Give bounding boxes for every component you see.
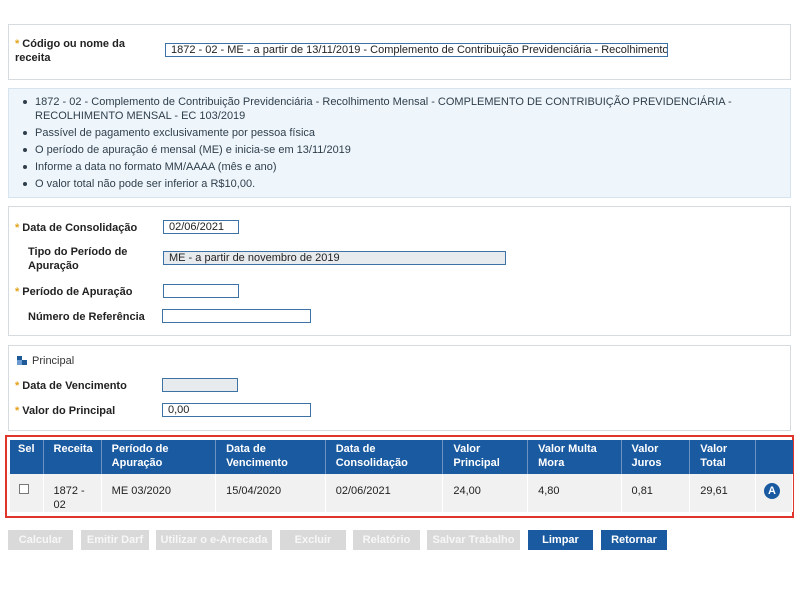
principal-title: Principal: [32, 355, 75, 367]
acrescimo-badge-icon[interactable]: A: [764, 483, 780, 499]
data-vencimento-label: Data de Vencimento: [22, 380, 127, 392]
col-header-action: [755, 440, 793, 474]
results-highlight: Sel Receita Período de Apuração Data de …: [5, 435, 794, 518]
cell-receita: 1872 - 02: [43, 474, 102, 512]
excluir-button[interactable]: Excluir: [280, 530, 346, 550]
col-header-juros: Valor Juros: [621, 440, 691, 474]
info-item: Passível de pagamento exclusivamente por…: [17, 126, 782, 140]
table-header-row: Sel Receita Período de Apuração Data de …: [10, 440, 793, 474]
calcular-button[interactable]: Calcular: [8, 530, 73, 550]
principal-section-title: Principal: [17, 355, 74, 367]
data-vencimento-field: [162, 378, 238, 392]
results-table: Sel Receita Período de Apuração Data de …: [10, 440, 793, 512]
periodo-apuracao-input[interactable]: [163, 284, 239, 298]
receita-label: Código ou nome da receita: [15, 38, 125, 64]
data-consolidacao-label: Data de Consolidação: [22, 222, 138, 234]
cell-juros: 0,81: [621, 474, 691, 512]
info-item: Informe a data no formato MM/AAAA (mês e…: [17, 160, 782, 174]
salvar-trabalho-button[interactable]: Salvar Trabalho: [427, 530, 520, 550]
cell-principal: 24,00: [442, 474, 529, 512]
cell-action: A: [755, 474, 793, 512]
principal-panel: Principal * Data de Vencimento * Valor do …: [8, 345, 791, 431]
e-arrecada-button[interactable]: Utilizar o e-Arrecada: [156, 530, 272, 550]
receita-label-wrap: * Código ou nome da receita: [15, 37, 155, 65]
cell-total: 29,61: [689, 474, 756, 512]
tipo-periodo-field: ME - a partir de novembro de 2019: [163, 251, 506, 265]
info-item: O período de apuração é mensal (ME) e in…: [17, 143, 782, 157]
info-item: O valor total não pode ser inferior a R$…: [17, 177, 782, 191]
col-header-consolidacao: Data de Consolidação: [325, 440, 444, 474]
col-header-total: Valor Total: [689, 440, 756, 474]
col-header-principal: Valor Principal: [442, 440, 529, 474]
col-header-multa: Valor Multa Mora: [527, 440, 622, 474]
periodo-apuracao-label: Período de Apuração: [22, 286, 133, 298]
data-vencimento-label-wrap: * Data de Vencimento: [15, 379, 127, 393]
col-header-sel: Sel: [10, 440, 44, 474]
cell-periodo: ME 03/2020: [101, 474, 217, 512]
retornar-button[interactable]: Retornar: [601, 530, 667, 550]
receita-input[interactable]: 1872 - 02 - ME - a partir de 13/11/2019 …: [165, 43, 668, 57]
valor-principal-label-wrap: * Valor do Principal: [15, 404, 115, 418]
relatorio-button[interactable]: Relatório: [353, 530, 420, 550]
col-header-vencimento: Data de Vencimento: [215, 440, 326, 474]
required-star-icon: *: [15, 380, 20, 392]
info-list: 1872 - 02 - Complemento de Contribuição …: [17, 95, 782, 191]
col-header-receita: Receita: [43, 440, 102, 474]
section-grid-icon: [17, 356, 27, 365]
receita-panel: * Código ou nome da receita 1872 - 02 - M…: [8, 24, 791, 80]
periodo-apuracao-label-wrap: * Período de Apuração: [15, 285, 133, 299]
required-star-icon: *: [15, 38, 20, 50]
valor-principal-input[interactable]: 0,00: [162, 403, 311, 417]
valor-principal-label: Valor do Principal: [22, 405, 116, 417]
numero-referencia-label: Número de Referência: [28, 311, 145, 323]
cell-consolidacao: 02/06/2021: [325, 474, 444, 512]
row-select-cell: [10, 474, 44, 512]
table-row: 1872 - 02 ME 03/2020 15/04/2020 02/06/20…: [10, 474, 793, 512]
form-panel: * Data de Consolidação 02/06/2021 Tipo do…: [8, 206, 791, 336]
info-item: 1872 - 02 - Complemento de Contribuição …: [17, 95, 782, 123]
required-star-icon: *: [15, 286, 20, 298]
cell-multa: 4,80: [527, 474, 622, 512]
cell-vencimento: 15/04/2020: [215, 474, 326, 512]
tipo-periodo-label: Tipo do Período de Apuração: [28, 246, 128, 272]
col-header-periodo: Período de Apuração: [101, 440, 217, 474]
numero-referencia-input[interactable]: [162, 309, 311, 323]
data-consolidacao-label-wrap: * Data de Consolidação: [15, 221, 137, 235]
row-select-checkbox[interactable]: [19, 484, 29, 494]
data-consolidacao-input[interactable]: 02/06/2021: [163, 220, 239, 234]
limpar-button[interactable]: Limpar: [528, 530, 593, 550]
required-star-icon: *: [15, 222, 20, 234]
info-panel: 1872 - 02 - Complemento de Contribuição …: [8, 88, 791, 198]
required-star-icon: *: [15, 405, 20, 417]
emitir-darf-button[interactable]: Emitir Darf: [81, 530, 149, 550]
